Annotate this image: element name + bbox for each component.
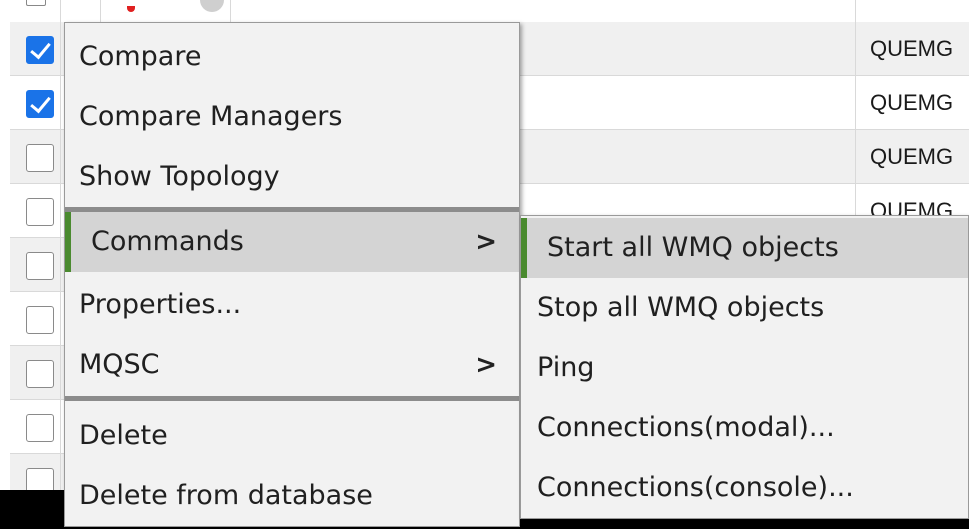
checkbox[interactable]	[26, 468, 54, 490]
checkbox-checked[interactable]	[26, 90, 54, 118]
queue-manager-name: QUEMG	[855, 22, 969, 75]
check-cell	[10, 400, 61, 453]
checkbox[interactable]	[26, 360, 54, 388]
check-cell	[10, 76, 61, 129]
check-cell	[10, 130, 61, 183]
check-cell	[10, 292, 61, 345]
submenu-item-stop-all[interactable]: Stop all WMQ objects	[521, 278, 968, 338]
menu-item-label: MQSC	[79, 349, 160, 380]
menu-item-label: Commands	[91, 226, 244, 257]
submenu-item-connections-modal[interactable]: Connections(modal)...	[521, 398, 968, 458]
table-row-partial	[10, 0, 969, 23]
submenu-item-start-all[interactable]: Start all WMQ objects	[521, 218, 968, 278]
queue-manager-name: QUEMG	[855, 130, 969, 183]
queue-manager-name: QUEMG	[855, 76, 969, 129]
chevron-right-icon: >	[475, 350, 497, 380]
check-cell	[10, 184, 61, 237]
checkbox[interactable]	[26, 306, 54, 334]
check-cell	[10, 454, 61, 490]
commands-submenu: Start all WMQ objects Stop all WMQ objec…	[520, 215, 969, 519]
menu-item-compare[interactable]: Compare	[65, 27, 519, 87]
menu-item-delete-from-database[interactable]: Delete from database	[65, 466, 519, 526]
checkbox[interactable]	[26, 198, 54, 226]
state-cell	[100, 0, 231, 22]
submenu-item-connections-console[interactable]: Connections(console)...	[521, 458, 968, 518]
checkbox[interactable]	[26, 144, 54, 172]
state-gray-icon	[200, 0, 224, 12]
column-divider	[855, 0, 856, 22]
chevron-right-icon: >	[475, 227, 497, 257]
menu-item-properties[interactable]: Properties...	[65, 275, 519, 335]
check-cell	[10, 22, 61, 75]
submenu-item-ping[interactable]: Ping	[521, 338, 968, 398]
checkbox[interactable]	[26, 0, 46, 6]
menu-item-compare-managers[interactable]: Compare Managers	[65, 87, 519, 147]
menu-separator	[65, 396, 519, 401]
checkbox[interactable]	[26, 252, 54, 280]
check-cell	[10, 0, 61, 22]
menu-item-mqsc[interactable]: MQSC >	[65, 335, 519, 395]
context-menu: Compare Compare Managers Show Topology C…	[64, 22, 520, 527]
check-cell	[10, 238, 61, 291]
menu-item-show-topology[interactable]: Show Topology	[65, 147, 519, 207]
checkbox-checked[interactable]	[26, 36, 54, 64]
status-cell	[60, 0, 135, 22]
menu-item-delete[interactable]: Delete	[65, 406, 519, 466]
check-cell	[10, 346, 61, 399]
menu-item-commands[interactable]: Commands >	[65, 212, 519, 272]
checkbox[interactable]	[26, 414, 54, 442]
